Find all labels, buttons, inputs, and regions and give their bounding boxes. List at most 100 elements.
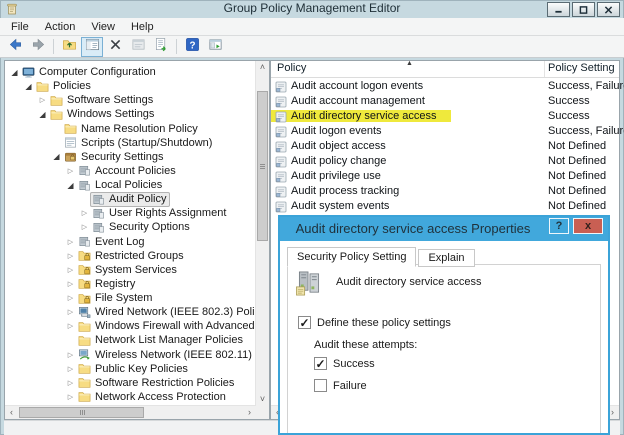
tree-hscroll-thumb[interactable] (19, 407, 144, 418)
tree-item-user-rights-assignment[interactable]: ▷ User Rights Assignment (5, 206, 256, 220)
policy-row-audit-directory-service-access[interactable]: Audit directory service access Success (271, 108, 619, 123)
tree-item-local-policies[interactable]: ◢ Local Policies (5, 178, 256, 192)
new-window-button[interactable] (204, 37, 226, 57)
expand-arrow-icon[interactable]: ▷ (65, 308, 76, 316)
tree-horizontal-scrollbar[interactable]: ‹ › (5, 405, 256, 419)
policy-row-audit-policy-change[interactable]: Audit policy change Not Defined (271, 153, 619, 168)
tree-item-system-services[interactable]: ▷ System Services (5, 263, 256, 277)
tree-item-network-list-manager-policies[interactable]: Network List Manager Policies (5, 333, 256, 347)
tree-item-network-access-protection[interactable]: ▷ Network Access Protection (5, 390, 256, 404)
tree-item-content: Network Access Protection (76, 389, 230, 404)
failure-checkbox[interactable] (314, 379, 327, 392)
collapse-arrow-icon[interactable]: ◢ (65, 181, 76, 190)
folder-icon (36, 80, 50, 93)
dialog-close-button[interactable]: x (573, 218, 603, 234)
tree-item-label: Public Key Policies (95, 362, 188, 375)
tree-item-restricted-groups[interactable]: ▷ Restricted Groups (5, 249, 256, 263)
tree-item-name-resolution-policy[interactable]: Name Resolution Policy (5, 122, 256, 136)
expand-arrow-icon[interactable]: ▷ (65, 393, 76, 401)
policy-doc-icon (275, 125, 287, 137)
tree-item-software-settings[interactable]: ▷ Software Settings (5, 93, 256, 107)
policy-doc-icon (275, 95, 287, 107)
tree-vertical-scrollbar[interactable]: ˄ ˅ (255, 61, 269, 406)
scrollbar-corner (256, 406, 269, 419)
policy-row-audit-logon-events[interactable]: Audit logon events Success, Failure (271, 123, 624, 138)
menu-help[interactable]: Help (123, 21, 162, 33)
tree-item-label: Account Policies (95, 164, 176, 177)
expand-arrow-icon[interactable]: ▷ (65, 365, 76, 373)
expand-arrow-icon[interactable]: ▷ (65, 266, 76, 274)
tree-item-registry[interactable]: ▷ Registry (5, 277, 256, 291)
tab-security-policy-setting[interactable]: Security Policy Setting (287, 247, 417, 267)
scroll-down-icon[interactable]: ˅ (256, 393, 269, 406)
column-header-policy[interactable]: Policy (277, 62, 306, 74)
close-button[interactable] (597, 2, 620, 17)
tree-item-content: Public Key Policies (76, 361, 192, 376)
menu-view[interactable]: View (83, 21, 123, 33)
define-policy-settings-checkbox[interactable]: ✓ (298, 316, 311, 329)
menu-file[interactable]: File (3, 21, 37, 33)
expand-arrow-icon[interactable]: ▷ (65, 322, 76, 330)
collapse-arrow-icon[interactable]: ◢ (9, 68, 20, 77)
tree-item-scripts-startup-shutdown[interactable]: Scripts (Startup/Shutdown) (5, 136, 256, 150)
tree-item-computer-configuration[interactable]: ◢ Computer Configuration (5, 65, 256, 79)
column-header-policy-setting[interactable]: Policy Setting (548, 62, 615, 74)
policy-row-audit-account-logon-events[interactable]: Audit account logon events Success, Failu… (271, 78, 624, 93)
dialog-tabs: Security Policy Setting Explain (287, 247, 477, 267)
forward-button[interactable] (27, 37, 49, 57)
tree-item-software-restriction-policies[interactable]: ▷ Software Restriction Policies (5, 376, 256, 390)
minimize-button[interactable] (547, 2, 570, 17)
policy-row-audit-object-access[interactable]: Audit object access Not Defined (271, 138, 619, 153)
properties-button[interactable] (127, 37, 149, 57)
tree-item-security-options[interactable]: ▷ Security Options (5, 220, 256, 234)
policy-row-audit-account-management[interactable]: Audit account management Success (271, 93, 619, 108)
tree-item-windows-firewall-with-advanced-sec[interactable]: ▷ Windows Firewall with Advanced Sec (5, 319, 256, 333)
policy-cell: Audit privilege use (271, 170, 381, 182)
maximize-button[interactable] (572, 2, 595, 17)
scroll-left-icon[interactable]: ‹ (5, 406, 18, 419)
expand-arrow-icon[interactable]: ▷ (65, 252, 76, 260)
sort-ascending-icon: ▲ (406, 60, 413, 67)
policy-row-audit-privilege-use[interactable]: Audit privilege use Not Defined (271, 168, 619, 183)
policy-group-icon (78, 164, 92, 177)
expand-arrow-icon[interactable]: ▷ (79, 223, 90, 231)
tree-item-audit-policy[interactable]: Audit Policy (5, 191, 256, 207)
show-console-tree-button[interactable] (81, 36, 103, 57)
back-button[interactable] (4, 37, 26, 57)
policy-row-audit-system-events[interactable]: Audit system events Not Defined (271, 198, 619, 213)
expand-arrow-icon[interactable]: ▷ (65, 238, 76, 246)
up-one-level-button[interactable] (58, 37, 80, 57)
expand-arrow-icon[interactable]: ▷ (65, 294, 76, 302)
tab-explain[interactable]: Explain (418, 249, 475, 267)
tree-item-file-system[interactable]: ▷ File System (5, 291, 256, 305)
dialog-help-button[interactable]: ? (549, 218, 569, 234)
collapse-arrow-icon[interactable]: ◢ (37, 110, 48, 119)
tree-item-event-log[interactable]: ▷ Event Log (5, 235, 256, 249)
tree-item-account-policies[interactable]: ▷ Account Policies (5, 164, 256, 178)
collapse-arrow-icon[interactable]: ◢ (51, 152, 62, 161)
delete-button[interactable] (104, 37, 126, 57)
tree-vscroll-thumb[interactable] (257, 91, 268, 241)
expand-arrow-icon[interactable]: ▷ (65, 379, 76, 387)
expand-arrow-icon[interactable]: ▷ (65, 280, 76, 288)
collapse-arrow-icon[interactable]: ◢ (23, 82, 34, 91)
column-divider[interactable] (544, 61, 545, 77)
scroll-up-icon[interactable]: ˄ (256, 61, 269, 74)
tree-item-content: Network List Manager Policies (76, 333, 247, 348)
tree-item-windows-settings[interactable]: ◢ Windows Settings (5, 107, 256, 121)
export-list-button[interactable] (150, 37, 172, 57)
expand-arrow-icon[interactable]: ▷ (65, 351, 76, 359)
success-checkbox[interactable]: ✓ (314, 357, 327, 370)
menu-action[interactable]: Action (37, 21, 84, 33)
expand-arrow-icon[interactable]: ▷ (37, 96, 48, 104)
help-button[interactable]: ? (181, 37, 203, 57)
policy-row-audit-process-tracking[interactable]: Audit process tracking Not Defined (271, 183, 619, 198)
tree-item-wireless-network-ieee-802-11-polici[interactable]: ▷ Wireless Network (IEEE 802.11) Polici (5, 348, 256, 362)
tree-item-public-key-policies[interactable]: ▷ Public Key Policies (5, 362, 256, 376)
tree-item-policies[interactable]: ◢ Policies (5, 79, 256, 93)
tree-item-wired-network-ieee-802-3-policies[interactable]: ▷ Wired Network (IEEE 802.3) Policies (5, 305, 256, 319)
scroll-right-icon[interactable]: › (243, 406, 256, 419)
expand-arrow-icon[interactable]: ▷ (79, 209, 90, 217)
expand-arrow-icon[interactable]: ▷ (65, 167, 76, 175)
tree-item-security-settings[interactable]: ◢ Security Settings (5, 150, 256, 164)
